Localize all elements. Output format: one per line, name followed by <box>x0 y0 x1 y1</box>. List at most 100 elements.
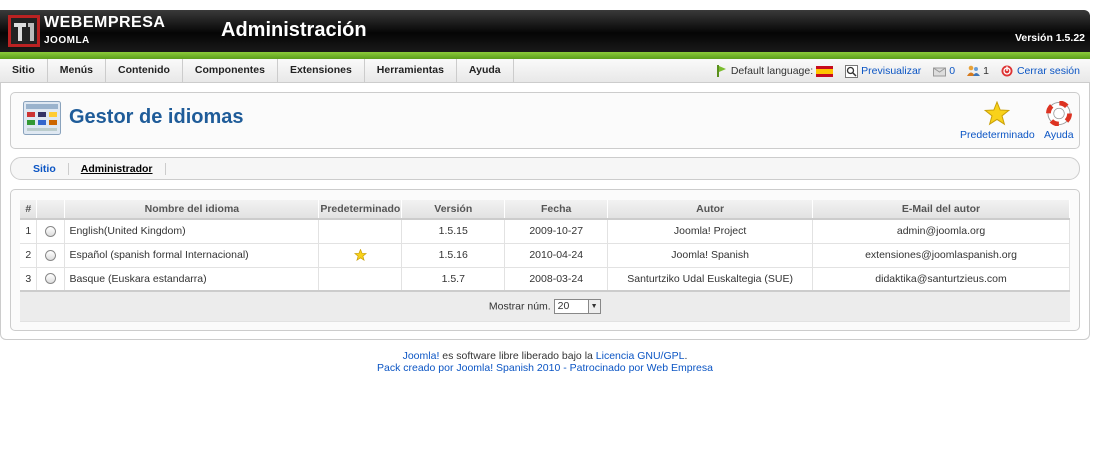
logout-icon <box>1001 65 1013 77</box>
preview-link[interactable]: Previsualizar <box>845 64 921 78</box>
row-radio-button[interactable] <box>45 225 57 237</box>
display-num-select[interactable]: 20 ▼ <box>553 298 601 314</box>
header-bar: WEBEMPRESA JOOMLA Administración Versión… <box>0 10 1090 52</box>
set-default-button[interactable]: Predeterminado <box>960 101 1035 141</box>
language-version: 1.5.15 <box>401 219 506 244</box>
row-select-cell <box>36 267 66 292</box>
messages-count[interactable]: 0 <box>933 65 955 77</box>
language-date: 2008-03-24 <box>504 267 609 292</box>
license-link[interactable]: Licencia GNU/GPL <box>596 350 685 362</box>
help-button[interactable]: Ayuda <box>1044 101 1074 141</box>
default-cell <box>318 243 403 268</box>
logout-link[interactable]: Cerrar sesión <box>1001 65 1080 77</box>
footer: Joomla! es software libre liberado bajo … <box>0 350 1090 374</box>
footer-text: es software libre liberado bajo la <box>439 350 596 362</box>
help-label: Ayuda <box>1044 129 1074 141</box>
submenu-item-sitio[interactable]: Sitio <box>21 163 69 175</box>
page-title: Gestor de idiomas <box>69 106 244 128</box>
default-cell <box>318 267 403 292</box>
default-cell <box>318 219 403 244</box>
menu-item-menus[interactable]: Menús <box>48 59 107 83</box>
language-name: Basque (Euskara estandarra) <box>64 267 320 292</box>
menu-item-componentes[interactable]: Componentes <box>183 59 278 83</box>
display-num-label: Mostrar núm. <box>488 300 551 313</box>
row-radio-button[interactable] <box>45 249 57 261</box>
row-select-cell <box>36 243 66 268</box>
menu-item-sitio[interactable]: Sitio <box>0 59 48 83</box>
menu-item-contenido[interactable]: Contenido <box>106 59 183 83</box>
logout-label[interactable]: Cerrar sesión <box>1017 65 1080 77</box>
display-num-value: 20 <box>557 299 570 312</box>
status-area: Default language: Previsualizar 0 1 Cerr… <box>704 59 1080 83</box>
arrow-flag-icon <box>716 65 726 77</box>
column-header-name[interactable]: Nombre del idioma <box>64 200 320 220</box>
footer-period: . <box>684 350 688 362</box>
language-name: English(United Kingdom) <box>64 219 320 244</box>
page-header-title: Administración <box>221 19 367 41</box>
footer-credits-line: Pack creado por Joomla! Spanish 2010 - P… <box>0 362 1090 374</box>
table-row: 3 Basque (Euskara estandarra) 1.5.7 2008… <box>20 267 1070 292</box>
webempresa-logo-icon <box>8 15 40 47</box>
version-label: Versión 1.5.22 <box>1014 32 1085 44</box>
submenu: Sitio Administrador <box>11 158 1079 180</box>
default-language-status: Default language: <box>716 64 834 78</box>
column-header-version[interactable]: Versión <box>401 200 506 220</box>
users-online-count[interactable]: 1 <box>967 65 989 77</box>
spain-flag-icon <box>816 65 834 77</box>
users-number: 1 <box>983 65 989 77</box>
column-header-select <box>36 200 66 220</box>
column-header-default[interactable]: Predeterminado <box>318 200 403 220</box>
main-menu-bar: Sitio Menús Contenido Componentes Extens… <box>0 59 1090 83</box>
menu-item-ayuda[interactable]: Ayuda <box>457 59 514 83</box>
pagination-cell: Mostrar núm. 20 ▼ <box>20 290 1070 322</box>
mail-icon <box>933 67 947 76</box>
language-version: 1.5.7 <box>401 267 506 292</box>
author-email: admin@joomla.org <box>812 219 1070 244</box>
logo-title: WEBEMPRESA <box>44 14 166 31</box>
row-number: 1 <box>20 219 38 244</box>
row-select-cell <box>36 219 66 244</box>
table-row: 2 Español (spanish formal Internacional)… <box>20 243 1070 268</box>
language-author: Joomla! Spanish <box>607 243 814 268</box>
language-author: Santurtziko Udal Euskaltegia (SUE) <box>607 267 814 292</box>
joomla-link[interactable]: Joomla! <box>403 350 440 362</box>
language-date: 2009-10-27 <box>504 219 609 244</box>
column-header-email[interactable]: E-Mail del autor <box>812 200 1070 220</box>
row-number: 3 <box>20 267 38 292</box>
author-email: extensiones@joomlaspanish.org <box>812 243 1070 268</box>
footer-license-line: Joomla! es software libre liberado bajo … <box>0 350 1090 362</box>
column-header-date[interactable]: Fecha <box>504 200 609 220</box>
logo-subtitle: JOOMLA <box>44 35 90 46</box>
row-number: 2 <box>20 243 38 268</box>
accent-bar <box>0 52 1090 59</box>
table-row: 1 English(United Kingdom) 1.5.15 2009-10… <box>20 219 1070 244</box>
submenu-item-administrador[interactable]: Administrador <box>69 163 166 175</box>
toolbar-box: Gestor de idiomas Predeterminado Ayuda <box>10 92 1080 149</box>
default-language-label: Default language: <box>730 65 814 77</box>
magnifier-icon <box>845 64 859 78</box>
languages-table: # Nombre del idioma Predeterminado Versi… <box>20 200 1070 322</box>
column-header-number[interactable]: # <box>20 200 38 220</box>
messages-number[interactable]: 0 <box>949 65 955 77</box>
table-header-row: # Nombre del idioma Predeterminado Versi… <box>20 200 1070 220</box>
main-menu: Sitio Menús Contenido Componentes Extens… <box>0 59 514 83</box>
submenu-box: Sitio Administrador <box>10 157 1080 180</box>
language-version: 1.5.16 <box>401 243 506 268</box>
star-icon <box>984 101 1011 126</box>
author-email: didaktika@santurtzieus.com <box>812 267 1070 292</box>
row-radio-button[interactable] <box>45 273 57 285</box>
language-date: 2010-04-24 <box>504 243 609 268</box>
default-star-icon <box>353 248 367 262</box>
menu-item-herramientas[interactable]: Herramientas <box>365 59 457 83</box>
language-name: Español (spanish formal Internacional) <box>64 243 320 268</box>
users-icon <box>967 65 981 76</box>
credits-link[interactable]: Pack creado por Joomla! Spanish 2010 - P… <box>377 362 713 374</box>
column-header-author[interactable]: Autor <box>607 200 814 220</box>
language-manager-icon <box>23 101 61 135</box>
language-author: Joomla! Project <box>607 219 814 244</box>
table-footer-row: Mostrar núm. 20 ▼ <box>20 290 1070 322</box>
menu-item-extensiones[interactable]: Extensiones <box>278 59 365 83</box>
lifebuoy-icon <box>1045 101 1072 126</box>
preview-label[interactable]: Previsualizar <box>861 65 921 77</box>
set-default-label: Predeterminado <box>960 129 1035 141</box>
